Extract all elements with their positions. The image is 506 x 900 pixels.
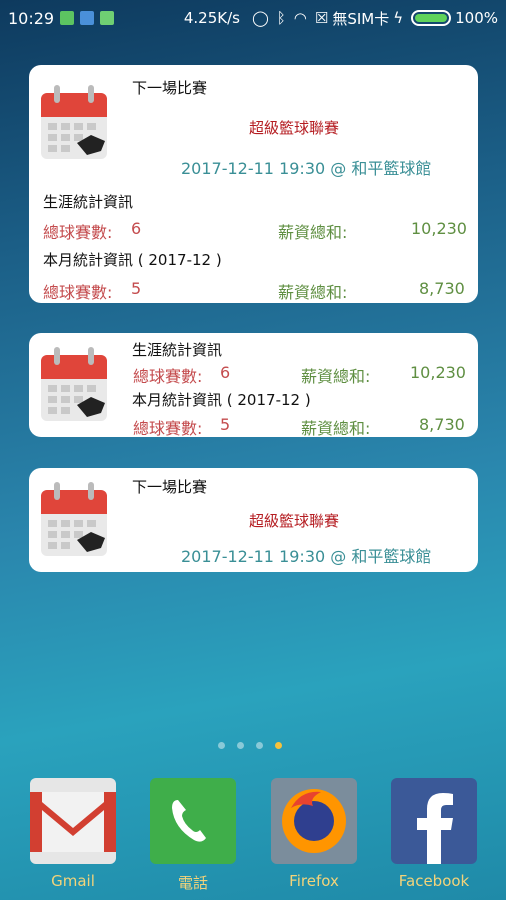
next-match-title: 下一場比賽	[132, 79, 208, 97]
dock-label: Firefox	[289, 872, 339, 890]
month-salary-label: 薪資總和:	[301, 419, 371, 438]
dock-app-facebook[interactable]: Facebook	[391, 778, 477, 890]
month-stats-title: 本月統計資訊 ( 2017-12 )	[132, 391, 311, 409]
network-speed: 4.25K/s	[183, 9, 240, 27]
charging-icon: ϟ	[393, 9, 404, 27]
battery-percent: 100%	[455, 9, 498, 27]
career-games-label: 總球賽數:	[133, 367, 203, 386]
bluetooth-icon: ᛒ	[276, 9, 286, 27]
dock-app-firefox[interactable]: Firefox	[271, 778, 357, 890]
status-bar: 10:29 4.25K/s ◯ ᛒ ◠ ☒ 無SIM卡 ϟ 100%	[0, 0, 506, 36]
calendar-whistle-icon	[41, 347, 107, 421]
app-notification-icon	[100, 11, 115, 25]
career-stats-title: 生涯統計資訊	[43, 193, 134, 211]
month-games-label: 總球賽數:	[43, 283, 113, 302]
career-stats-title: 生涯統計資訊	[132, 341, 223, 359]
dock-label: Gmail	[51, 872, 95, 890]
calendar-whistle-icon	[41, 85, 107, 159]
dock-app-phone[interactable]: 電話	[150, 778, 236, 893]
dock-label: 電話	[177, 874, 208, 892]
cloud-notification-icon	[80, 11, 95, 25]
dock-label: Facebook	[398, 872, 470, 890]
gmail-icon	[30, 778, 116, 864]
page-dot[interactable]	[218, 742, 225, 749]
month-games-value: 5	[131, 279, 142, 298]
page-indicator[interactable]	[218, 742, 282, 749]
clock: 10:29	[8, 8, 55, 28]
full-stats-widget[interactable]: 下一場比賽 超級籃球聯賽 2017-12-11 19:30 @ 和平籃球館 生涯…	[29, 65, 478, 303]
career-salary-value: 10,230	[410, 363, 466, 382]
match-datetime-venue: 2017-12-11 19:30 @ 和平籃球館	[181, 547, 432, 566]
sync-icon: ◯	[251, 9, 269, 27]
career-games-value: 6	[131, 219, 142, 238]
career-games-label: 總球賽數:	[43, 223, 113, 242]
calendar-whistle-icon	[41, 482, 107, 556]
wifi-icon: ◠	[293, 9, 307, 27]
league-name: 超級籃球聯賽	[249, 119, 340, 137]
month-stats-title: 本月統計資訊 ( 2017-12 )	[43, 251, 222, 269]
month-salary-label: 薪資總和:	[278, 283, 348, 302]
next-match-title: 下一場比賽	[132, 478, 208, 496]
page-dot[interactable]	[237, 742, 244, 749]
career-salary-label: 薪資總和:	[278, 223, 348, 242]
month-salary-value: 8,730	[419, 415, 465, 434]
facebook-icon	[391, 778, 477, 864]
career-salary-value: 10,230	[411, 219, 467, 238]
stats-widget[interactable]: 生涯統計資訊 總球賽數: 6 薪資總和: 10,230 本月統計資訊 ( 201…	[29, 333, 478, 438]
dock-app-gmail[interactable]: Gmail	[30, 778, 116, 890]
career-salary-label: 薪資總和:	[301, 367, 371, 386]
page-dot-active[interactable]	[275, 742, 282, 749]
phone-icon	[150, 778, 236, 864]
notification-icon	[60, 11, 75, 25]
league-name: 超級籃球聯賽	[249, 512, 340, 530]
month-games-value: 5	[220, 415, 231, 434]
career-games-value: 6	[220, 363, 231, 382]
sim-status: 無SIM卡	[332, 9, 390, 28]
firefox-icon	[271, 778, 357, 864]
month-salary-value: 8,730	[419, 279, 465, 298]
month-games-label: 總球賽數:	[133, 419, 203, 438]
no-sim-icon: ☒	[314, 9, 329, 27]
next-match-widget[interactable]: 下一場比賽 超級籃球聯賽 2017-12-11 19:30 @ 和平籃球館	[29, 468, 478, 572]
page-dot[interactable]	[256, 742, 263, 749]
match-datetime-venue: 2017-12-11 19:30 @ 和平籃球館	[181, 159, 432, 178]
battery-icon	[411, 10, 452, 26]
